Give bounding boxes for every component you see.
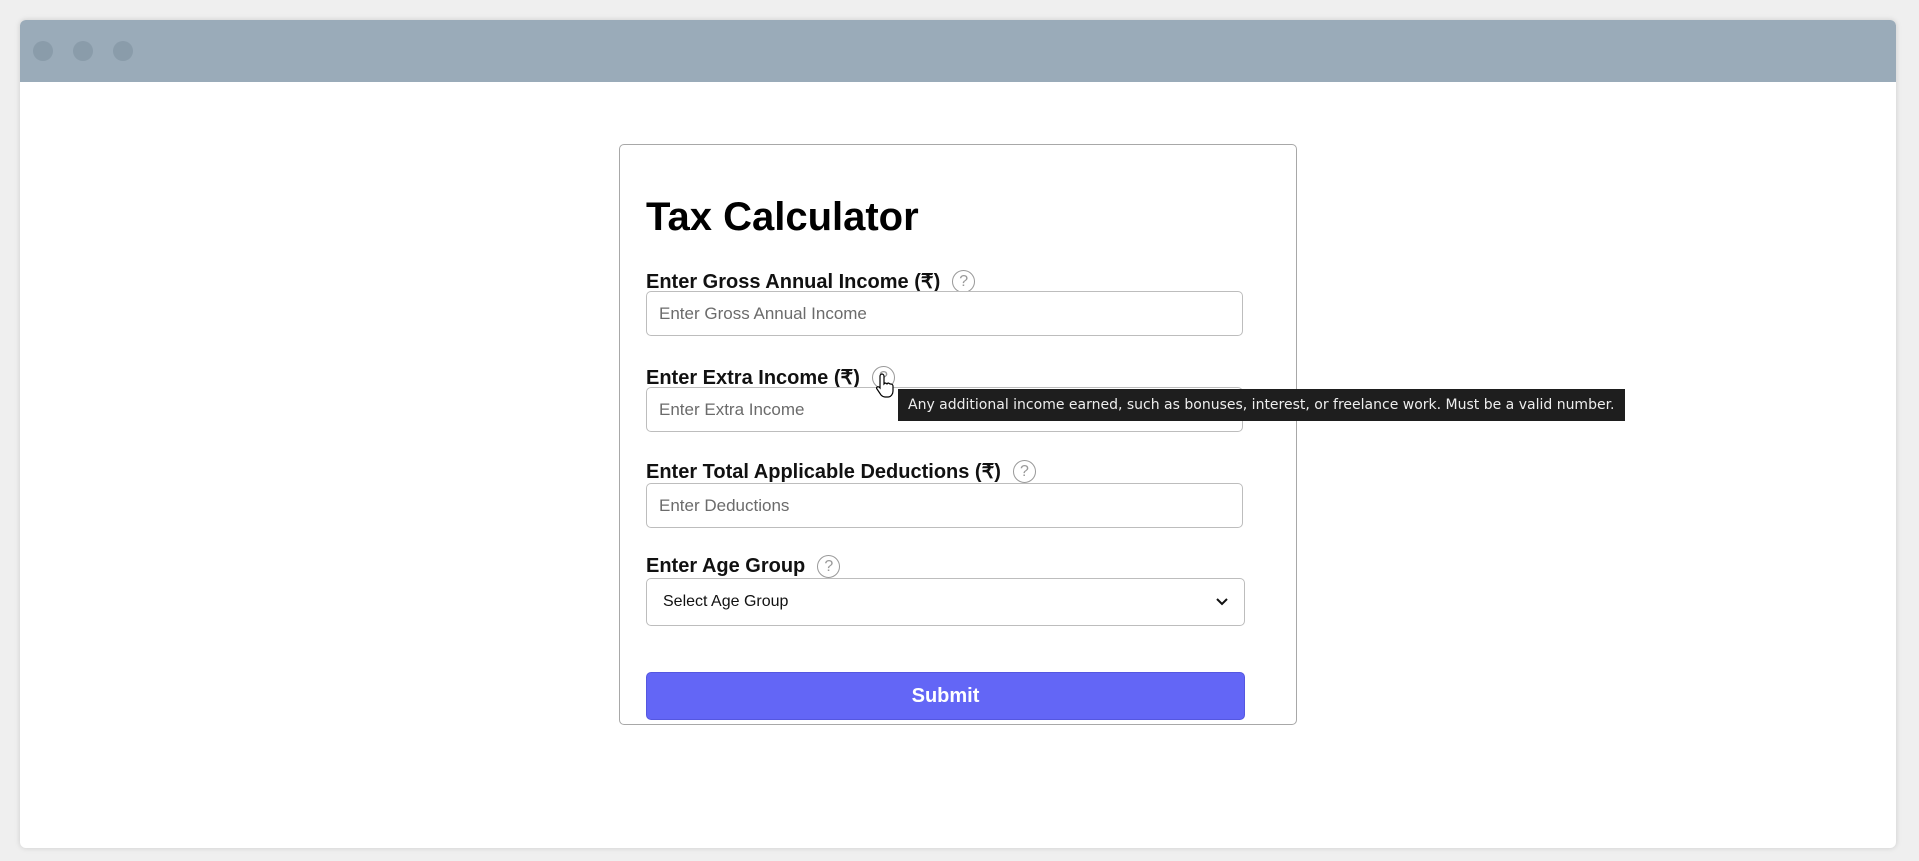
age-group-label: Enter Age Group ? <box>646 555 841 578</box>
age-group-select[interactable]: Select Age Group <box>646 578 1245 626</box>
chevron-down-icon <box>1216 598 1228 606</box>
deductions-input[interactable] <box>646 483 1243 528</box>
age-group-selected: Select Age Group <box>663 593 789 610</box>
hand-cursor-icon <box>876 373 894 398</box>
tax-calculator-card: Tax Calculator Enter Gross Annual Income… <box>619 144 1297 725</box>
deductions-label: Enter Total Applicable Deductions (₹) ? <box>646 459 1036 484</box>
browser-window: Tax Calculator Enter Gross Annual Income… <box>20 20 1896 848</box>
page-title: Tax Calculator <box>646 195 919 239</box>
window-titlebar <box>20 20 1896 82</box>
deductions-label-text: Enter Total Applicable Deductions (₹) <box>646 461 1001 483</box>
window-maximize-dot[interactable] <box>113 41 133 61</box>
help-icon[interactable]: ? <box>952 270 976 293</box>
help-icon[interactable]: ? <box>1012 460 1036 483</box>
window-close-dot[interactable] <box>33 41 53 61</box>
submit-button[interactable]: Submit <box>646 672 1245 720</box>
age-group-label-text: Enter Age Group <box>646 555 806 577</box>
tooltip: Any additional income earned, such as bo… <box>898 389 1625 421</box>
window-minimize-dot[interactable] <box>73 41 93 61</box>
help-icon[interactable]: ? <box>817 555 841 578</box>
gross-income-input[interactable] <box>646 291 1243 336</box>
